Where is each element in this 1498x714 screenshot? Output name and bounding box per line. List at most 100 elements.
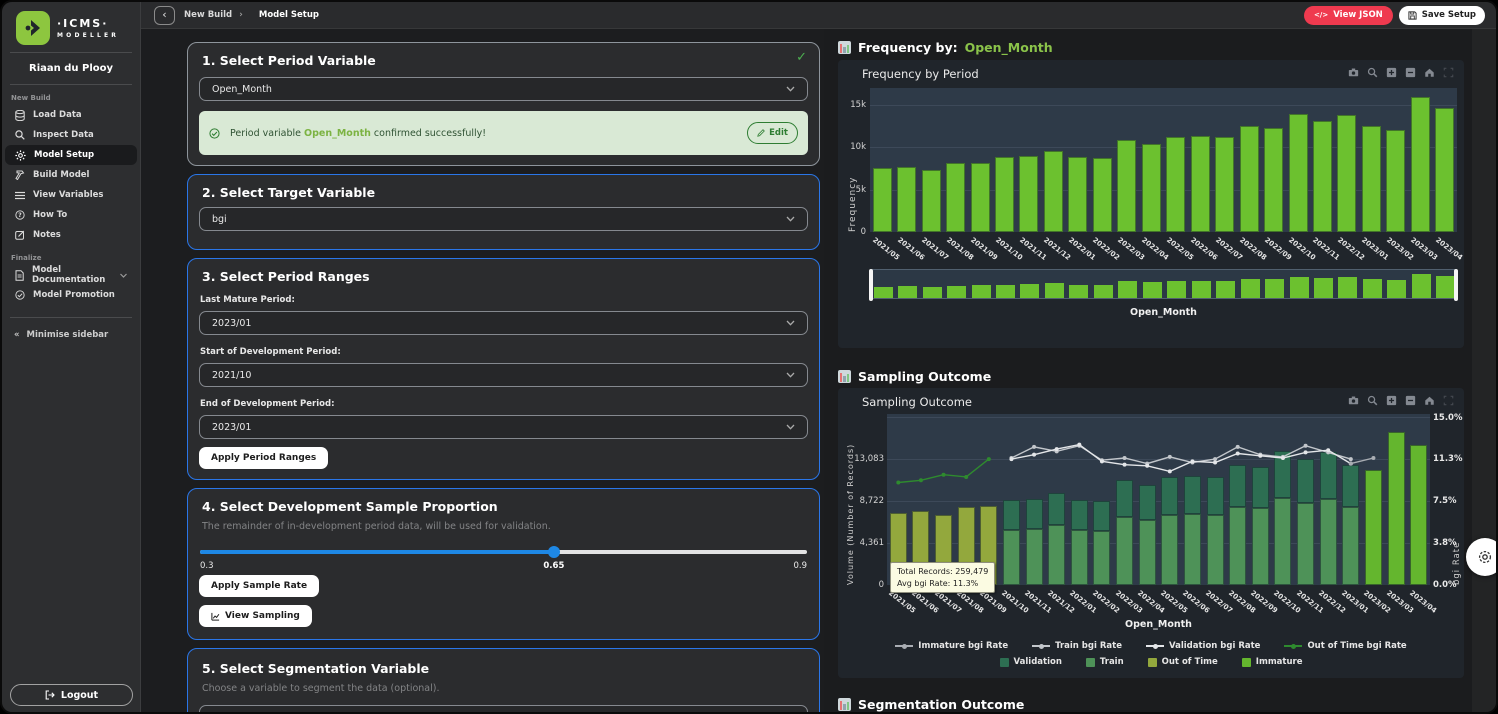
- rangeslider-mini-bar: [996, 285, 1015, 298]
- legend-line-swatch: [895, 645, 913, 647]
- sidebar-item-build-model[interactable]: Build Model: [5, 165, 137, 185]
- frequency-bar: [1337, 115, 1356, 232]
- zoom-icon[interactable]: [1367, 67, 1378, 78]
- frequency-bar: [971, 163, 990, 232]
- left-tick-label: 8,722: [840, 496, 884, 506]
- view-json-button[interactable]: </> View JSON: [1304, 6, 1393, 25]
- edit-button[interactable]: Edit: [747, 122, 798, 144]
- last-mature-period-dropdown[interactable]: 2023/01: [199, 311, 808, 335]
- rangeslider-mini-bar: [1020, 284, 1039, 298]
- sidebar-item-load-data[interactable]: Load Data: [5, 105, 137, 125]
- legend-line-swatch: [1032, 645, 1050, 647]
- chart-title: Frequency by Period: [862, 67, 979, 81]
- logo-subtitle: MODELLER: [57, 32, 119, 39]
- frequency-bar: [922, 170, 941, 232]
- sidebar-item-model-promotion[interactable]: Model Promotion: [5, 285, 137, 305]
- database-icon: [15, 110, 25, 121]
- legend-item-train[interactable]: Train: [1086, 657, 1124, 667]
- line-marker: [1123, 456, 1127, 460]
- line-out-of-time-bgi-rate: [898, 459, 989, 482]
- start-dev-period-dropdown[interactable]: 2021/10: [199, 363, 808, 387]
- sidebar-item-view-variables[interactable]: View Variables: [5, 185, 137, 205]
- code-icon: </>: [1314, 11, 1328, 19]
- section-complete-check-icon: ✓: [796, 50, 807, 65]
- rangeslider-handle-right[interactable]: [1454, 269, 1458, 301]
- legend-label: Out of Time bgi Rate: [1307, 641, 1406, 651]
- sidebar-item-model-documentation[interactable]: Model Documentation: [5, 265, 137, 285]
- home-icon[interactable]: [1424, 67, 1435, 78]
- view-sampling-button[interactable]: View Sampling: [199, 605, 312, 627]
- section-title: 4. Select Development Sample Proportion: [188, 489, 819, 514]
- bar-chart-icon: [838, 698, 851, 711]
- zoom-in-icon[interactable]: [1386, 67, 1397, 78]
- zoom-out-icon[interactable]: [1405, 67, 1416, 78]
- save-setup-button[interactable]: Save Setup: [1399, 6, 1485, 25]
- freq-rangeslider[interactable]: [870, 269, 1457, 299]
- zoom-out-icon[interactable]: [1405, 395, 1416, 406]
- charts-panel: Frequency by: Open_Month Frequency by Pe…: [824, 29, 1498, 714]
- legend-label: Immature bgi Rate: [918, 641, 1008, 651]
- apply-sample-rate-button[interactable]: Apply Sample Rate: [199, 575, 319, 597]
- legend-item-immature-bgi-rate[interactable]: Immature bgi Rate: [895, 641, 1008, 651]
- logout-icon: [45, 690, 55, 700]
- right-tick-label: 11.3%: [1433, 454, 1463, 464]
- settings-fab-button[interactable]: [1466, 538, 1498, 576]
- slider-handle[interactable]: [548, 546, 560, 558]
- legend-item-out-of-time-bgi-rate[interactable]: Out of Time bgi Rate: [1284, 641, 1406, 651]
- sample-proportion-slider: 0.3 0.65 0.9: [200, 545, 807, 575]
- legend-item-validation-bgi-rate[interactable]: Validation bgi Rate: [1146, 641, 1260, 651]
- back-icon: ‹: [162, 8, 166, 21]
- confirmed-variable: Open_Month: [304, 128, 371, 139]
- camera-icon[interactable]: [1348, 395, 1359, 406]
- camera-icon[interactable]: [1348, 67, 1359, 78]
- chevron-down-icon: [786, 320, 795, 326]
- autoscale-icon[interactable]: [1443, 67, 1454, 78]
- legend-item-train-bgi-rate[interactable]: Train bgi Rate: [1032, 641, 1122, 651]
- legend-item-immature[interactable]: Immature: [1242, 657, 1303, 667]
- legend-label: Out of Time: [1162, 657, 1218, 667]
- chart-title: Sampling Outcome: [862, 395, 972, 409]
- y-tick-label: 5k: [838, 185, 866, 195]
- legend-square-swatch: [1242, 658, 1251, 667]
- sampling-plot: [887, 414, 1430, 585]
- logout-label: Logout: [61, 690, 98, 701]
- sidebar-item-label: Inspect Data: [33, 130, 94, 140]
- end-dev-period-dropdown[interactable]: 2023/01: [199, 415, 808, 439]
- breadcrumb-new-build[interactable]: New Build: [184, 10, 232, 20]
- sidebar-item-how-to[interactable]: ? How To: [5, 205, 137, 225]
- legend-item-validation[interactable]: Validation: [1000, 657, 1062, 667]
- plotly-modebar: [1348, 395, 1454, 406]
- segmentation-variable-dropdown[interactable]: SEGMENT: [199, 705, 808, 714]
- minimise-sidebar-button[interactable]: « Minimise sidebar: [2, 318, 140, 340]
- autoscale-icon[interactable]: [1443, 395, 1454, 406]
- logout-button[interactable]: Logout: [10, 684, 133, 706]
- frequency-bar: [1435, 108, 1454, 232]
- frequency-bar: [1019, 156, 1038, 232]
- zoom-icon[interactable]: [1367, 395, 1378, 406]
- section-select-segmentation-variable: 5. Select Segmentation Variable Choose a…: [187, 648, 820, 714]
- back-button[interactable]: ‹: [154, 6, 175, 25]
- rangeslider-mini-bar: [1290, 277, 1309, 298]
- rangeslider-mini-bar: [1118, 281, 1137, 298]
- right-tick-label: 7.5%: [1433, 496, 1457, 506]
- legend-item-out-of-time[interactable]: Out of Time: [1148, 657, 1218, 667]
- frequency-bar: [1313, 121, 1332, 232]
- rangeslider-handle-left[interactable]: [869, 269, 873, 301]
- period-variable-dropdown[interactable]: Open_Month: [199, 77, 808, 101]
- sidebar-item-label: Notes: [33, 230, 61, 240]
- home-icon[interactable]: [1424, 395, 1435, 406]
- line-marker: [1213, 460, 1217, 464]
- sidebar-item-notes[interactable]: Notes: [5, 225, 137, 245]
- target-variable-dropdown[interactable]: bgi: [199, 207, 808, 231]
- breadcrumb-model-setup: Model Setup: [259, 10, 319, 20]
- sidebar-item-inspect-data[interactable]: Inspect Data: [5, 125, 137, 145]
- sidebar-item-model-setup[interactable]: Model Setup: [5, 145, 137, 165]
- rangeslider-mini-bar: [874, 287, 893, 298]
- apply-period-ranges-button[interactable]: Apply Period Ranges: [199, 447, 328, 469]
- frequency-bar: [1166, 137, 1185, 232]
- zoom-in-icon[interactable]: [1386, 395, 1397, 406]
- plotly-modebar: [1348, 67, 1454, 78]
- chevron-down-icon: [786, 216, 795, 222]
- collapse-icon: «: [14, 330, 20, 340]
- section-select-target-variable: 2. Select Target Variable bgi: [187, 174, 820, 250]
